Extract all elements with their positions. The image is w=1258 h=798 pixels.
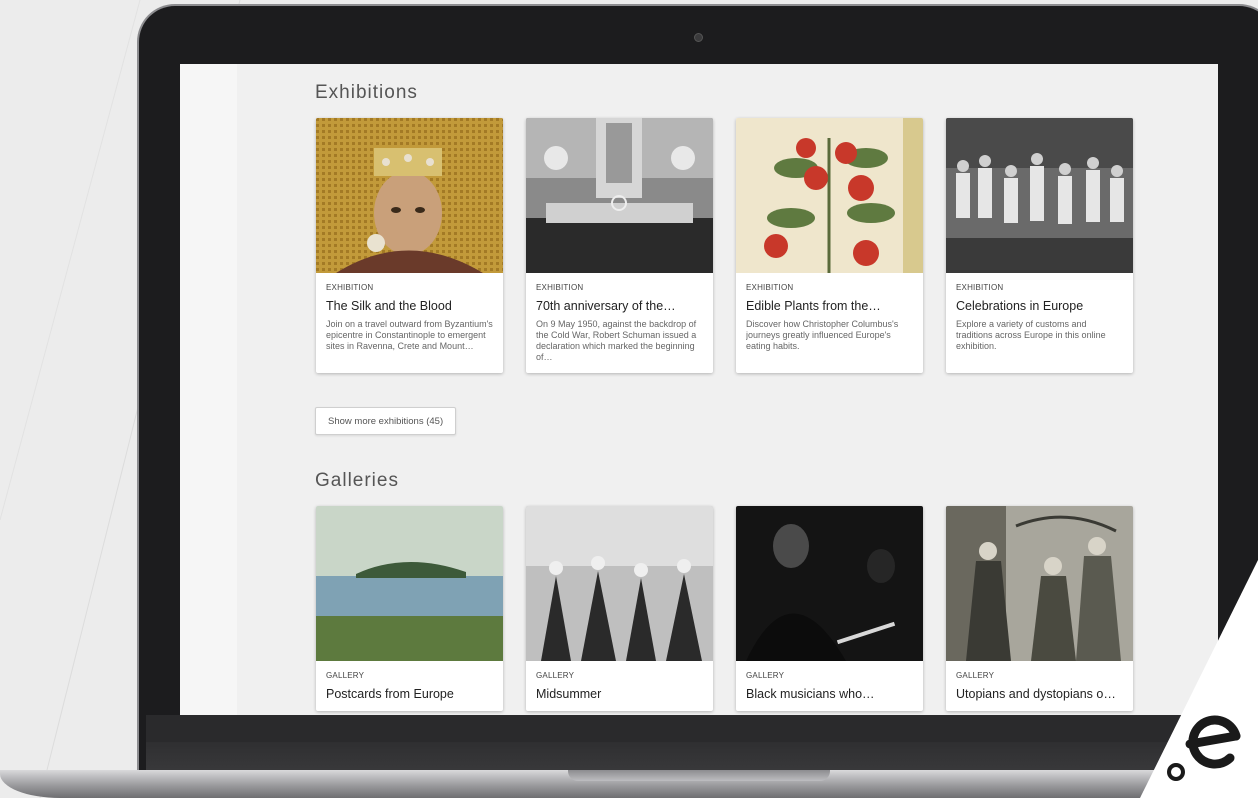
card-title[interactable]: Edible Plants from the… xyxy=(746,299,913,313)
card-type-label: GALLERY xyxy=(326,671,365,680)
card-title[interactable]: The Silk and the Blood xyxy=(326,299,493,313)
gallery-card-postcards[interactable]: GALLERY Postcards from Europe xyxy=(316,506,503,711)
card-description: Discover how Christopher Columbus's jour… xyxy=(746,319,899,351)
page-left-margin xyxy=(180,64,237,715)
card-title[interactable]: Celebrations in Europe xyxy=(956,299,1123,313)
garden-couple-photo-image xyxy=(946,506,1133,661)
card-description: Explore a variety of customs and traditi… xyxy=(956,319,1106,351)
card-type-label: EXHIBITION xyxy=(326,283,374,292)
card-title[interactable]: Utopians and dystopians o… xyxy=(956,687,1123,701)
exhibition-card-70th-anniversary[interactable]: EXHIBITION 70th anniversary of the… On 9… xyxy=(526,118,713,373)
historic-hall-photo-image xyxy=(526,118,713,273)
card-type-label: EXHIBITION xyxy=(746,283,794,292)
exhibition-card-edible-plants[interactable]: EXHIBITION Edible Plants from the… Disco… xyxy=(736,118,923,373)
card-title[interactable]: Midsummer xyxy=(536,687,703,701)
exhibitions-heading: Exhibitions xyxy=(315,82,418,103)
gallery-card-black-musicians[interactable]: GALLERY Black musicians who… xyxy=(736,506,923,711)
gallery-card-midsummer[interactable]: GALLERY Midsummer xyxy=(526,506,713,711)
card-title[interactable]: 70th anniversary of the… xyxy=(536,299,703,313)
botanical-tomato-image xyxy=(736,118,923,273)
mosaic-portrait-image xyxy=(316,118,503,273)
exhibition-card-silk-and-blood[interactable]: EXHIBITION The Silk and the Blood Join o… xyxy=(316,118,503,373)
webcam-icon xyxy=(694,33,703,42)
midsummer-dance-photo-image xyxy=(526,506,713,661)
card-type-label: EXHIBITION xyxy=(536,283,584,292)
lake-postcard-image xyxy=(316,506,503,661)
card-description: On 9 May 1950, against the backdrop of t… xyxy=(536,319,697,362)
galleries-heading: Galleries xyxy=(315,470,399,491)
card-type-label: EXHIBITION xyxy=(956,283,1004,292)
card-type-label: GALLERY xyxy=(746,671,785,680)
show-more-exhibitions-button[interactable]: Show more exhibitions (45) xyxy=(315,407,457,435)
gallery-card-utopians[interactable]: GALLERY Utopians and dystopians o… xyxy=(946,506,1133,711)
card-title[interactable]: Postcards from Europe xyxy=(326,687,493,701)
card-type-label: GALLERY xyxy=(536,671,575,680)
card-title[interactable]: Black musicians who… xyxy=(746,687,913,701)
brand-logo-icon xyxy=(1140,560,1258,798)
exhibition-card-celebrations[interactable]: EXHIBITION Celebrations in Europe Explor… xyxy=(946,118,1133,373)
laptop-hinge-notch xyxy=(568,770,830,781)
laptop-chin-shade xyxy=(146,742,1258,773)
card-type-label: GALLERY xyxy=(956,671,995,680)
musician-portrait-photo-image xyxy=(736,506,923,661)
parade-photo-image xyxy=(946,118,1133,273)
laptop-screen: Exhibitions EXHIBITION The Silk and the … xyxy=(180,64,1218,715)
card-description: Join on a travel outward from Byzantium'… xyxy=(326,319,493,351)
